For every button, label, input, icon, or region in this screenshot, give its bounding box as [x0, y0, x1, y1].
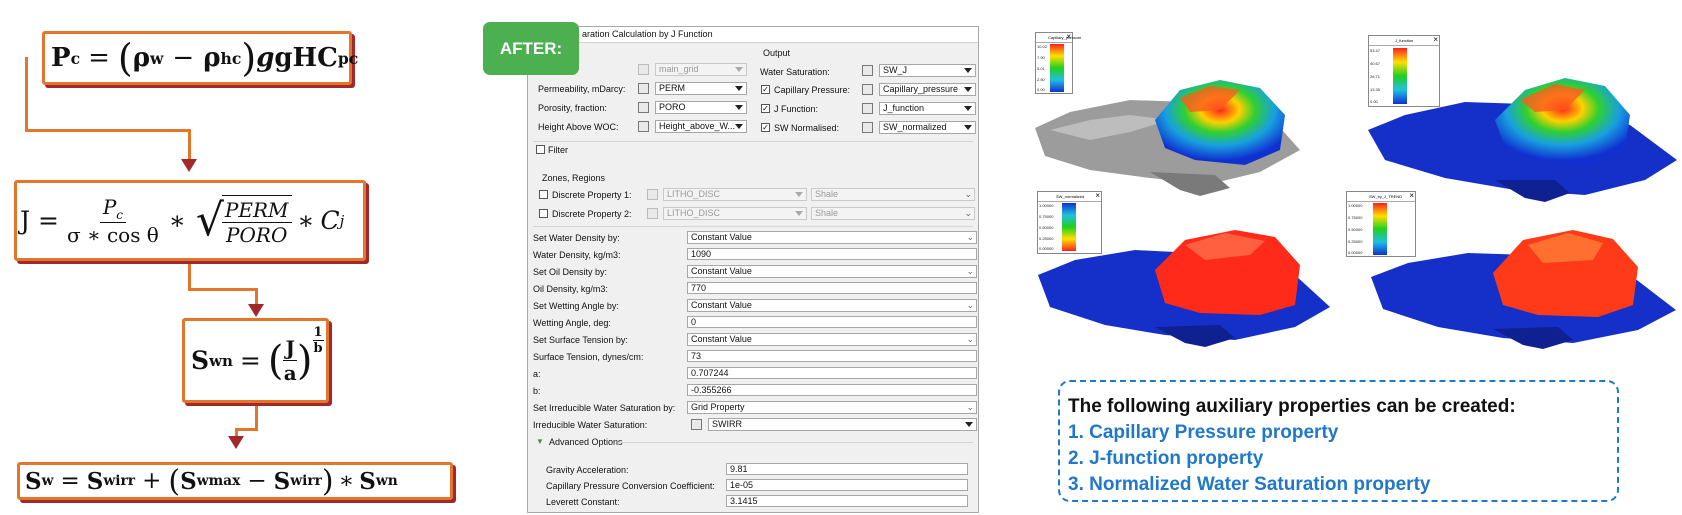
auxiliary-heading: The following auxiliary properties can b…: [1068, 396, 1516, 417]
auxiliary-item-capillary: 1. Capillary Pressure property: [1068, 422, 1339, 443]
auxiliary-item-jfunction: 2. J-function property: [1068, 448, 1264, 469]
sw-normalised-output[interactable]: SW_normalized: [879, 121, 976, 134]
param-a-input[interactable]: 0.707244: [687, 367, 977, 379]
gravity-label: Gravity Acceleration:: [546, 465, 629, 475]
permeability-select[interactable]: PERM: [655, 82, 747, 95]
set-irreducible-sw-label: Set Irreducible Water Saturation by:: [533, 403, 676, 413]
capillary-pressure-formula: Pc = ( ρw − ρ hc ) g gHC pc: [42, 31, 358, 85]
cube-icon: [638, 121, 649, 132]
cube-icon: [638, 83, 649, 94]
after-badge: AFTER:: [483, 22, 579, 75]
auxiliary-properties-box: The following auxiliary properties can b…: [1058, 380, 1619, 502]
sw-by-j-trend-legend: SW_by_J_TREND × 1.00000 0.75000 0.50000 0…: [1346, 191, 1416, 257]
water-density-input[interactable]: 1090: [687, 248, 977, 260]
irreducible-sw-label: Irreducible Water Saturation:: [533, 420, 648, 430]
set-irreducible-sw-select[interactable]: Grid Property ⌄: [687, 401, 977, 414]
discrete-property-2-value[interactable]: Shale ⌄: [811, 207, 975, 220]
grid-select[interactable]: main_grid: [655, 63, 747, 76]
leverett-constant-label: Leverett Constant:: [546, 497, 620, 507]
discrete-property-1-value[interactable]: Shale ⌄: [811, 188, 975, 201]
filter-label: Filter: [548, 145, 568, 155]
param-b-label: b:: [533, 386, 541, 396]
normalized-saturation-formula: Swn = ( J a ) 1 b: [182, 318, 329, 403]
height-above-woc-select[interactable]: Height_above_W...: [655, 120, 747, 133]
oil-density-label: Oil Density, kg/m3:: [533, 284, 608, 294]
close-icon[interactable]: ×: [1095, 192, 1100, 200]
j-function-legend: J_function × 53.47 40.67 26.71 13.35 0.00: [1368, 35, 1440, 107]
close-icon[interactable]: ×: [1409, 192, 1414, 200]
set-wetting-angle-select[interactable]: Constant Value ⌄: [687, 299, 977, 312]
conversion-coefficient-input[interactable]: 1e-05: [726, 479, 968, 491]
permeability-label: Permeability, mDarcy:: [538, 84, 626, 94]
zones-regions-label: Zones, Regions: [542, 173, 606, 183]
porosity-select[interactable]: PORO: [655, 101, 747, 114]
grid-icon: [638, 64, 649, 75]
height-above-woc-label: Height Above WOC:: [538, 122, 619, 132]
dialog-title: aration Calculation by J Function: [582, 29, 713, 39]
sw-normalised-label: SW Normalised:: [774, 123, 840, 133]
param-a-label: a:: [533, 369, 541, 379]
set-surface-tension-select[interactable]: Constant Value ⌄: [687, 333, 977, 346]
cube-icon: [691, 419, 702, 430]
capillary-pressure-checkbox[interactable]: ✓: [761, 85, 770, 94]
set-surface-tension-label: Set Surface Tension by:: [533, 335, 628, 345]
set-oil-density-label: Set Oil Density by:: [533, 267, 608, 277]
j-function-formula: J = Pc σ ∗ cos θ ∗ √ PERM PORO ∗ Cj: [14, 180, 366, 261]
leverett-constant-input[interactable]: 3.1415: [726, 495, 968, 507]
water-density-label: Water Density, kg/m3:: [533, 250, 621, 260]
wetting-angle-input[interactable]: 0: [687, 316, 977, 328]
sw-normalised-checkbox[interactable]: ✓: [761, 123, 770, 132]
gravity-input[interactable]: 9.81: [726, 463, 968, 475]
auxiliary-item-sw-normalized: 3. Normalized Water Saturation property: [1068, 474, 1431, 495]
j-function-checkbox[interactable]: ✓: [761, 104, 770, 113]
set-water-density-select[interactable]: Constant Value ⌄: [687, 231, 977, 244]
discrete-property-1-select[interactable]: LITHO_DISC: [663, 188, 807, 201]
cube-icon: [638, 102, 649, 113]
j-function-label: J Function:: [774, 104, 819, 114]
discrete-property-2-label: Discrete Property 2:: [552, 209, 632, 219]
cube-icon: [862, 103, 873, 114]
capillary-pressure-view: [1035, 80, 1300, 196]
cube-icon: [862, 122, 873, 133]
j-function-output[interactable]: J_function: [879, 102, 976, 115]
cube-icon: [862, 65, 873, 76]
water-saturation-formula: Sw = Swirr + ( Swmax − Swirr ) ∗ Swn: [17, 462, 453, 500]
discrete-property-1-checkbox[interactable]: [539, 190, 548, 199]
capillary-pressure-legend: Capillary_pressure × 10.02 7.90 5.01 2.50…: [1035, 32, 1082, 94]
discrete-property-2-select[interactable]: LITHO_DISC: [663, 207, 807, 220]
sw-normalized-legend: SW_normalized × 1.00000 0.75000 0.50000 0…: [1037, 191, 1102, 254]
irreducible-sw-select[interactable]: SWIRR: [708, 418, 977, 431]
water-saturation-output[interactable]: SW_J: [879, 64, 976, 77]
close-icon[interactable]: ×: [1066, 33, 1071, 41]
conversion-coefficient-label: Capillary Pressure Conversion Coefficien…: [546, 481, 715, 491]
param-b-input[interactable]: -0.355266: [687, 384, 977, 396]
capillary-pressure-output[interactable]: Capillary_pressure: [879, 83, 976, 96]
discrete-property-1-label: Discrete Property 1:: [552, 190, 632, 200]
expand-triangle-icon[interactable]: ▼: [536, 437, 544, 446]
cube-icon: [647, 208, 658, 219]
cube-icon: [862, 84, 873, 95]
set-oil-density-select[interactable]: Constant Value ⌄: [687, 265, 977, 278]
cube-icon: [647, 189, 658, 200]
water-saturation-label: Water Saturation:: [760, 67, 830, 77]
surface-tension-input[interactable]: 73: [687, 350, 977, 362]
set-water-density-label: Set Water Density by:: [533, 233, 620, 243]
porosity-label: Porosity, fraction:: [538, 103, 607, 113]
dialog-titlebar: aration Calculation by J Function: [528, 27, 978, 43]
j-function-dialog: aration Calculation by J Function Output…: [527, 26, 979, 513]
surface-tension-label: Surface Tension, dynes/cm:: [533, 352, 644, 362]
oil-density-input[interactable]: 770: [687, 282, 977, 294]
filter-checkbox[interactable]: [536, 145, 545, 154]
capillary-pressure-label: Capillary Pressure:: [774, 85, 851, 95]
close-icon[interactable]: ×: [1433, 36, 1438, 44]
set-wetting-angle-label: Set Wetting Angle by:: [533, 301, 619, 311]
wetting-angle-label: Wetting Angle, deg:: [533, 318, 611, 328]
discrete-property-2-checkbox[interactable]: [539, 209, 548, 218]
output-group-label: Output: [763, 48, 791, 58]
advanced-options-label[interactable]: Advanced Options: [549, 437, 623, 447]
